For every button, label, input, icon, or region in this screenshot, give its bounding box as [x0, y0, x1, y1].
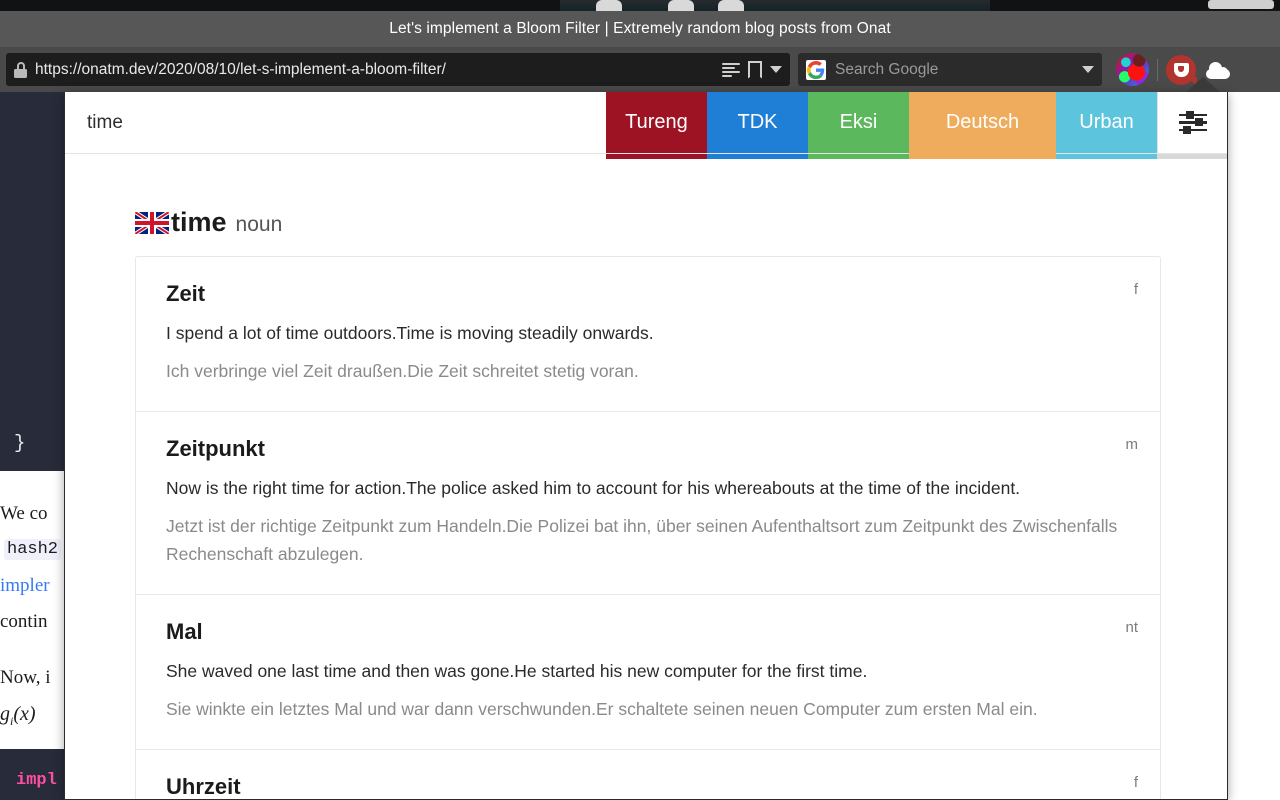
prose-link[interactable]: impler	[0, 575, 50, 597]
lock-icon	[14, 61, 27, 78]
headword-row: time noun	[135, 159, 1157, 256]
gender-badge: f	[1133, 281, 1138, 298]
sliders-settings-icon	[1178, 110, 1207, 134]
gender-badge: f	[1133, 773, 1138, 791]
code-keyword: impl	[16, 771, 57, 790]
part-of-speech: noun	[235, 213, 283, 236]
uk-flag-icon	[135, 211, 169, 234]
tab-tureng[interactable]: Tureng	[606, 92, 707, 153]
browser-tab[interactable]	[718, 0, 744, 11]
avatar[interactable]	[1116, 53, 1149, 86]
example-german: Jetzt ist der richtige Zeitpunkt zum Han…	[166, 516, 1118, 564]
browser-tab[interactable]	[596, 0, 622, 11]
tab-label: TDK	[737, 111, 778, 133]
search-input[interactable]: Search Google	[835, 61, 1073, 79]
tab-label: Deutsch	[945, 111, 1020, 133]
example-german: Ich verbringe viel Zeit draußen.Die Zeit…	[166, 361, 639, 382]
prose-math-formula: gi(x)	[0, 703, 36, 729]
chevron-down-icon[interactable]	[770, 66, 782, 73]
translation-term: Uhrzeit	[166, 773, 241, 799]
page-title: Let's implement a Bloom Filter | Extreme…	[389, 20, 891, 37]
tab-urban[interactable]: Urban	[1056, 92, 1157, 153]
gender-badge: nt	[1125, 618, 1138, 636]
gender-badge: m	[1125, 436, 1139, 454]
code-closing-brace: }	[14, 432, 26, 454]
bookmark-icon[interactable]	[748, 60, 762, 79]
example-german: Sie winkte ein letztes Mal und war dann …	[166, 698, 1038, 719]
example-english: I spend a lot of time outdoors.Time is m…	[166, 323, 654, 343]
results-panel[interactable]: time noun f Zeit I spend a lot of time o…	[65, 159, 1227, 799]
popup-pointer-arrow	[1186, 77, 1220, 92]
tab-deutsch[interactable]: Deutsch	[909, 92, 1056, 153]
chevron-down-icon[interactable]	[1082, 66, 1094, 73]
translation-entry[interactable]: f Uhrzeit	[136, 750, 1160, 799]
address-bar[interactable]: https://onatm.dev/2020/08/10/let-s-imple…	[6, 53, 790, 86]
browser-tab-strip[interactable]	[0, 0, 1280, 11]
google-logo-icon	[806, 59, 826, 80]
translation-term: Zeitpunkt	[166, 436, 265, 462]
reader-view-icon[interactable]	[722, 62, 740, 77]
tab-label: Urban	[1079, 111, 1134, 133]
window-title-bar: Let's implement a Bloom Filter | Extreme…	[0, 11, 1280, 47]
article-prose-fragment: We co hash2 impler contin Now, i gi(x)	[0, 471, 66, 749]
translation-entry[interactable]: f Zeit I spend a lot of time outdoors.Ti…	[136, 257, 1160, 413]
address-bar-url[interactable]: https://onatm.dev/2020/08/10/let-s-imple…	[35, 61, 714, 79]
headword: time	[171, 207, 227, 237]
search-bar[interactable]: Search Google	[798, 53, 1102, 86]
prose-inline-code: hash2	[4, 539, 62, 560]
translation-list: f Zeit I spend a lot of time outdoors.Ti…	[135, 256, 1161, 799]
popup-search-row: Tureng TDK Eksi Deutsch Urban	[65, 92, 1227, 154]
tab-eksi[interactable]: Eksi	[808, 92, 909, 153]
search-input[interactable]	[65, 92, 606, 153]
browser-navigation-bar: https://onatm.dev/2020/08/10/let-s-imple…	[0, 47, 1280, 92]
screen: } We co hash2 impler contin Now, i gi(x)…	[0, 0, 1280, 800]
tab-label: Tureng	[625, 111, 688, 133]
browser-tab[interactable]	[668, 0, 694, 11]
prose-line-1: We co	[0, 503, 48, 524]
prose-line-5: Now, i	[0, 667, 51, 688]
translation-entry[interactable]: nt Mal She waved one last time and then …	[136, 595, 1160, 750]
tab-overflow-button[interactable]	[1208, 0, 1274, 9]
toolbar-divider	[1157, 58, 1158, 81]
example-english: She waved one last time and then was gon…	[166, 660, 868, 681]
prose-line-4: contin	[0, 611, 48, 632]
dictionary-extension-popup: Tureng TDK Eksi Deutsch Urban	[64, 92, 1228, 800]
example-english: Now is the right time for action.The pol…	[166, 478, 1021, 499]
code-block-lower: impl	[0, 749, 66, 800]
translation-entry[interactable]: m Zeitpunkt Now is the right time for ac…	[136, 412, 1160, 595]
math-base: g	[0, 703, 10, 725]
settings-button[interactable]	[1157, 92, 1227, 153]
code-block-upper: }	[0, 87, 66, 471]
tab-strip-glow	[560, 0, 990, 11]
translation-term: Zeit	[166, 281, 206, 306]
translation-term: Mal	[166, 618, 203, 644]
tab-tdk[interactable]: TDK	[707, 92, 808, 153]
tab-label: Eksi	[839, 111, 878, 133]
math-argument: (x)	[13, 703, 36, 725]
